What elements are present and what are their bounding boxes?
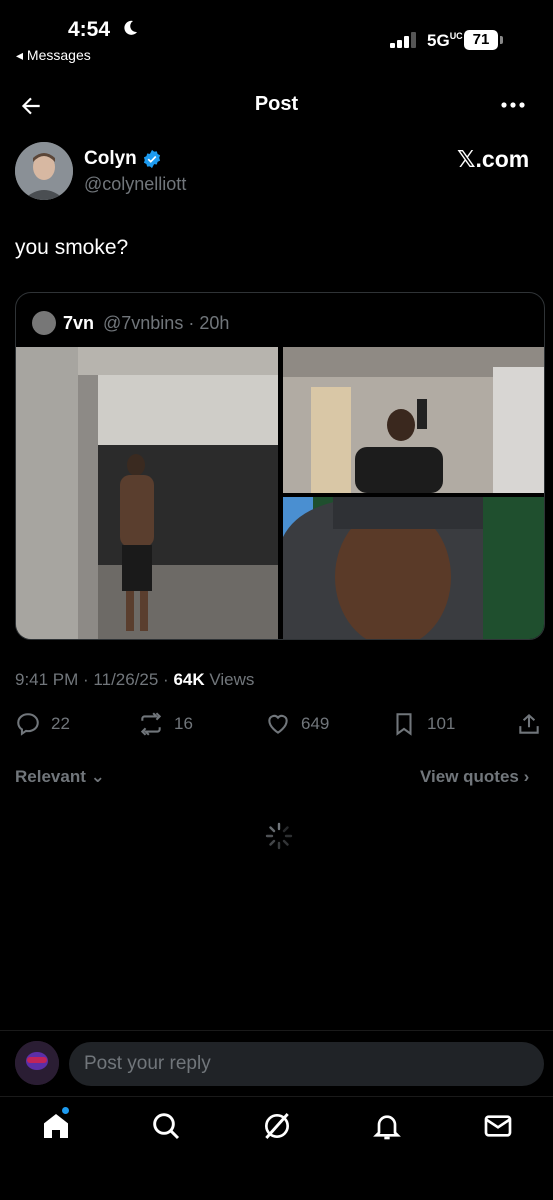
- chevron-down-icon: ⌄: [90, 767, 105, 786]
- page-title: Post: [254, 93, 299, 115]
- repost-icon: [140, 712, 162, 736]
- notifications-icon[interactable]: [371, 1110, 403, 1142]
- like-icon: [268, 714, 288, 734]
- network-type: 5GUC: [427, 31, 463, 50]
- quoted-post[interactable]: 7vn @7vnbins · 20h: [15, 292, 545, 640]
- repost-button[interactable]: 16: [138, 710, 193, 738]
- reply-input[interactable]: [69, 1042, 544, 1086]
- share-icon: [519, 713, 539, 734]
- battery-tip: [500, 36, 503, 44]
- back-to-messages[interactable]: ◂ Messages: [16, 47, 91, 64]
- sort-relevant[interactable]: Relevant ⌄: [15, 767, 105, 787]
- post-text: you smoke?: [15, 236, 129, 259]
- verified-icon: [143, 149, 161, 169]
- author-handle[interactable]: @colynelliott: [84, 174, 186, 195]
- battery-level: 71: [464, 30, 498, 50]
- post-timestamp: 9:41 PM · 11/26/25 · 64K Views: [15, 670, 255, 689]
- messages-icon[interactable]: [482, 1110, 514, 1142]
- like-button[interactable]: 649: [265, 710, 329, 738]
- quoted-avatar: [32, 311, 56, 335]
- author-avatar[interactable]: [15, 142, 73, 200]
- quoted-photo-mirror-selfie[interactable]: [283, 347, 545, 493]
- loading-spinner-icon: [265, 822, 293, 850]
- search-icon[interactable]: [150, 1110, 182, 1142]
- moon-icon: [124, 20, 137, 35]
- like-count: 649: [301, 714, 330, 733]
- view-quotes-link[interactable]: View quotes ›: [420, 767, 529, 787]
- home-icon[interactable]: [40, 1110, 72, 1142]
- quoted-photo-locker-room[interactable]: [16, 347, 278, 639]
- quoted-name: 7vn: [63, 313, 95, 333]
- author-name[interactable]: Colyn: [84, 148, 137, 170]
- share-button[interactable]: [516, 710, 542, 738]
- bookmark-button[interactable]: 101: [391, 710, 455, 738]
- tabbar-divider: [0, 1096, 553, 1097]
- reply-count: 22: [51, 714, 70, 733]
- signal-icon: [390, 32, 416, 48]
- home-notification-dot: [62, 1107, 69, 1114]
- chevron-right-icon: ›: [523, 767, 530, 786]
- reply-button[interactable]: 22: [15, 710, 70, 738]
- reply-divider: [0, 1030, 553, 1031]
- quoted-meta: @7vnbins · 20h: [103, 313, 230, 333]
- source-label: 𝕏.com: [457, 146, 530, 172]
- grok-icon[interactable]: [261, 1110, 293, 1142]
- repost-count: 16: [174, 714, 193, 733]
- bookmark-count: 101: [427, 714, 456, 733]
- quoted-photo-closeup[interactable]: [283, 497, 545, 639]
- reply-icon: [17, 713, 39, 736]
- status-time: 4:54: [68, 18, 111, 41]
- bookmark-icon: [396, 713, 412, 736]
- more-icon[interactable]: [500, 100, 526, 110]
- reply-avatar[interactable]: [15, 1041, 59, 1085]
